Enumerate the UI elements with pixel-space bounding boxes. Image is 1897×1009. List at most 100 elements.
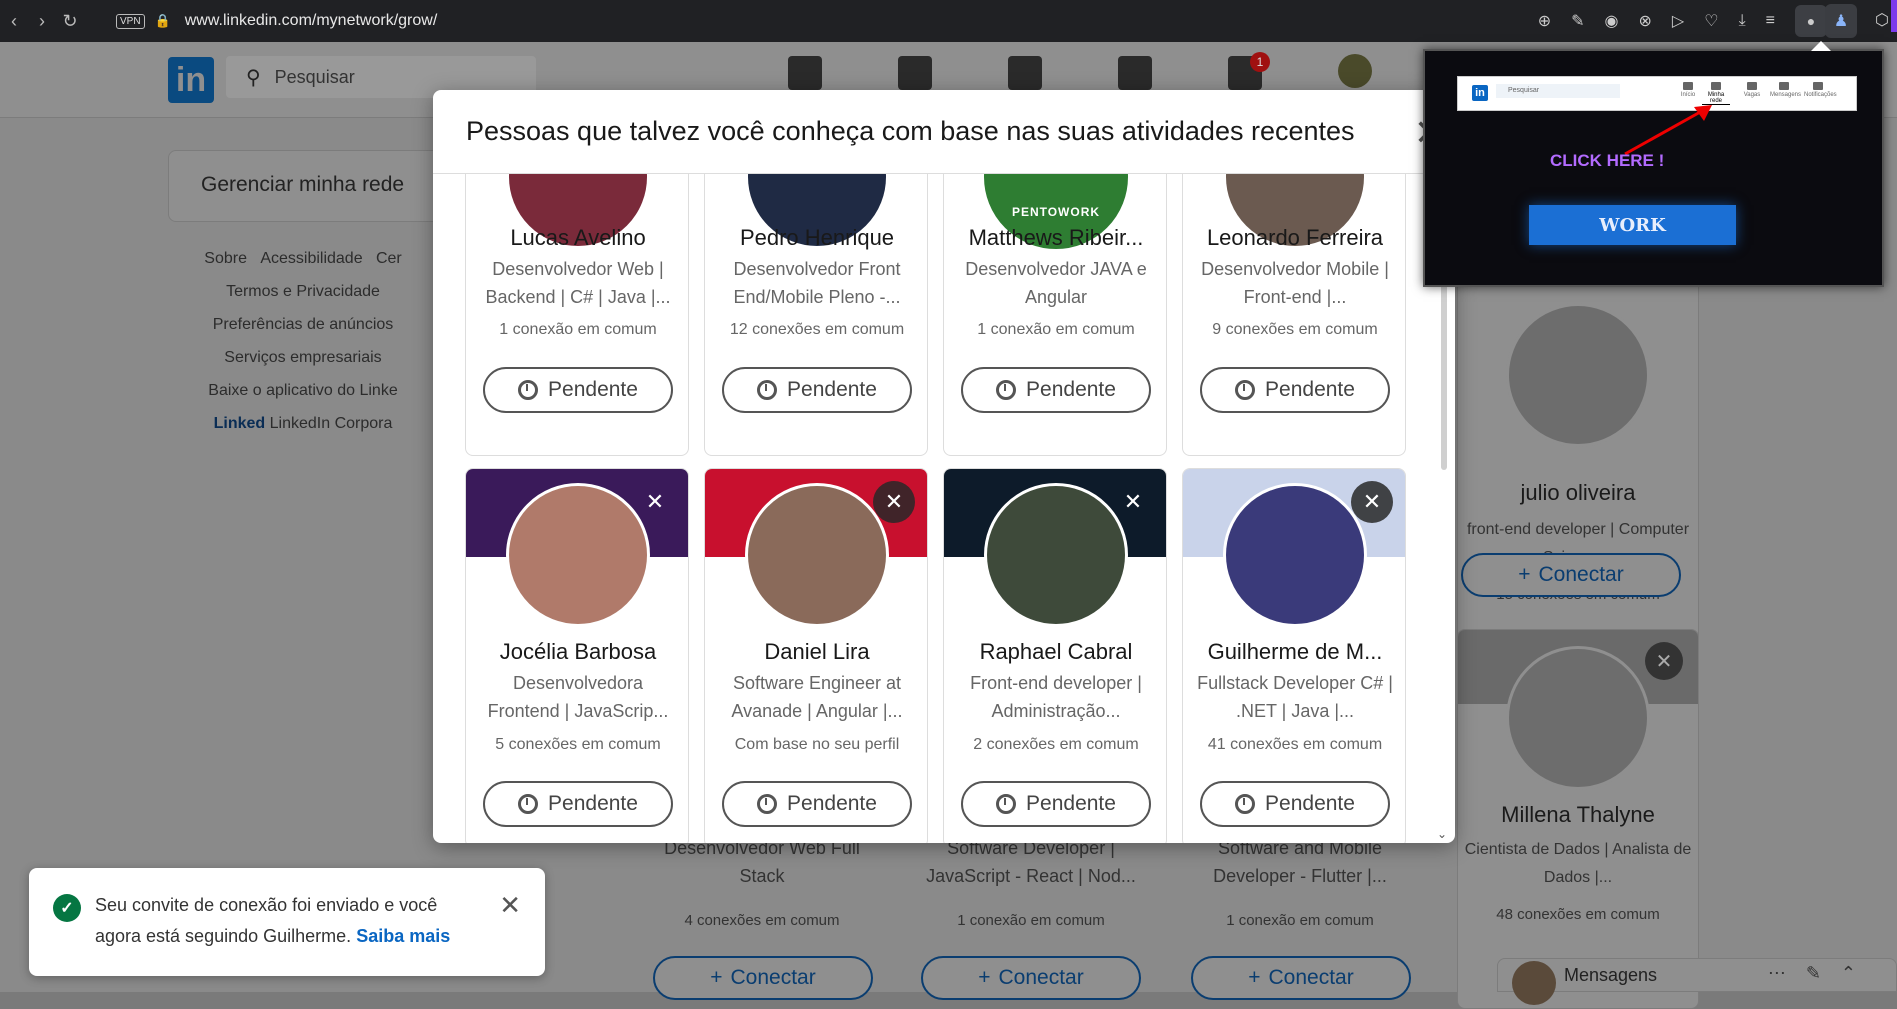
extension-icon[interactable]: ♟ [1825, 4, 1857, 38]
person-name[interactable]: Jocélia Barbosa [466, 639, 688, 665]
linkedin-logo[interactable]: in [168, 57, 214, 103]
person-name[interactable]: Daniel Lira [705, 639, 927, 665]
chevron-down-icon[interactable]: ⌄ [1437, 827, 1447, 841]
vpn-badge[interactable]: VPN [116, 13, 145, 29]
profile-photo [506, 483, 650, 627]
footer-link[interactable]: Termos e Privacidade [168, 275, 438, 308]
footer-corp: LinkedIn Corpora [269, 415, 393, 432]
close-icon[interactable]: ✕ [1112, 481, 1154, 523]
profile-photo [1223, 483, 1367, 627]
footer-link[interactable]: Acessibilidade [260, 250, 362, 267]
person-card[interactable]: ✕ Jocélia Barbosa Desenvolvedora Fronten… [465, 468, 689, 843]
avatar [1512, 961, 1556, 1005]
pending-button[interactable]: Pendente [1200, 781, 1390, 827]
manage-network-card[interactable]: Gerenciar minha rede [168, 150, 478, 222]
network-icon[interactable] [898, 56, 932, 90]
popup-pointer [1811, 41, 1831, 51]
connect-button[interactable]: + Conectar [921, 956, 1141, 1000]
person-name[interactable]: julio oliveira [1457, 480, 1699, 506]
edit-icon[interactable]: ✎ [1571, 11, 1584, 31]
mutual-connections: 1 conexão em comum [957, 912, 1105, 929]
close-icon[interactable]: ✕ [1351, 481, 1393, 523]
avatar[interactable] [1338, 54, 1372, 88]
pending-button[interactable]: Pendente [961, 367, 1151, 413]
add-person-icon: + [978, 966, 991, 989]
close-icon[interactable]: ✕ [499, 890, 521, 921]
jobs-icon[interactable] [1008, 56, 1042, 90]
person-card[interactable]: Leonardo Ferreira Desenvolvedor Mobile |… [1182, 174, 1406, 456]
reload-icon[interactable]: ↻ [56, 11, 84, 32]
home-icon[interactable] [788, 56, 822, 90]
mutual-connections: 1 conexão em comum [1226, 912, 1374, 929]
search-icon: ⚲ [246, 66, 261, 89]
pending-label: Pendente [787, 378, 877, 401]
camera-icon[interactable]: ◉ [1605, 11, 1619, 31]
address-bar[interactable]: www.linkedin.com/mynetwork/grow/ [185, 12, 438, 30]
person-headline: Fullstack Developer C# | .NET | Java |..… [1197, 673, 1393, 721]
pending-button[interactable]: Pendente [722, 367, 912, 413]
person-card[interactable]: PENTOWORK Matthews Ribeir... Desenvolved… [943, 174, 1167, 456]
modal-title: Pessoas que talvez você conheça com base… [466, 116, 1355, 146]
forward-icon[interactable]: › [28, 11, 56, 32]
clock-icon [757, 380, 778, 400]
pending-button[interactable]: Pendente [483, 367, 673, 413]
learn-more-link[interactable]: Saiba mais [356, 926, 450, 946]
person-headline: Desenvolvedor Web | Backend | C# | Java … [485, 259, 671, 307]
clock-icon [1235, 380, 1256, 400]
mutual-connections: 12 conexões em comum [729, 321, 905, 338]
close-icon[interactable]: ✕ [1645, 642, 1683, 680]
extension-popup: in Pesquisar Início Minha rede Vagas Men… [1423, 41, 1884, 287]
shield-icon[interactable]: ⊗ [1639, 11, 1652, 31]
person-card[interactable]: ✕ Guilherme de M... Fullstack Developer … [1182, 468, 1406, 843]
heart-icon[interactable]: ♡ [1704, 11, 1718, 31]
mini-nav-item: Vagas [1738, 82, 1766, 98]
person-card[interactable]: ✕ Daniel Lira Software Engineer at Avana… [704, 468, 928, 843]
person-name[interactable]: Lucas Avelino [466, 225, 688, 251]
pending-button[interactable]: Pendente [961, 781, 1151, 827]
footer-link[interactable]: Baixe o aplicativo do Linke [168, 374, 438, 407]
pending-button[interactable]: Pendente [722, 781, 912, 827]
manage-network-label: Gerenciar minha rede [201, 173, 405, 196]
pending-button[interactable]: Pendente [1200, 367, 1390, 413]
mutual-connections: 5 conexões em comum [495, 736, 661, 753]
footer-link[interactable]: Preferências de anúncios [168, 308, 438, 341]
close-icon[interactable]: ✕ [634, 481, 676, 523]
menu-icon[interactable]: ≡ [1766, 12, 1775, 30]
person-card[interactable]: Pedro Henrique Desenvolvedor Front End/M… [704, 174, 928, 456]
pending-button[interactable]: Pendente [483, 781, 673, 827]
extensions-cube-icon[interactable]: ⬡ [1875, 10, 1889, 30]
pending-label: Pendente [548, 792, 638, 815]
zoom-icon[interactable]: ⊕ [1538, 11, 1551, 31]
open-to-work-badge: PENTOWORK [1011, 205, 1101, 219]
person-name[interactable]: Millena Thalyne [1457, 802, 1699, 828]
pending-label: Pendente [548, 378, 638, 401]
connect-button[interactable]: + Conectar [653, 956, 873, 1000]
play-icon[interactable]: ▷ [1672, 11, 1684, 31]
connect-button[interactable]: + Conectar [1461, 553, 1681, 597]
profile-icon[interactable]: ● [1795, 5, 1827, 37]
clock-icon [757, 794, 778, 814]
person-name[interactable]: Pedro Henrique [705, 225, 927, 251]
messaging-actions-icon[interactable]: ⋯✎⌃ [1768, 963, 1876, 984]
person-name[interactable]: Leonardo Ferreira [1183, 225, 1405, 251]
person-name[interactable]: Matthews Ribeir... [944, 225, 1166, 251]
close-icon[interactable]: ✕ [873, 481, 915, 523]
back-icon[interactable]: ‹ [0, 11, 28, 32]
person-name[interactable]: Guilherme de M... [1183, 639, 1405, 665]
footer-brand-logo: Linked [213, 415, 266, 432]
download-icon[interactable]: ⤓ [1739, 12, 1746, 30]
footer-link[interactable]: Cer [376, 250, 402, 267]
footer-link[interactable]: Sobre [204, 250, 247, 267]
connect-button[interactable]: + Conectar [1191, 956, 1411, 1000]
invite-sent-toast: ✓ Seu convite de conexão foi enviado e v… [29, 868, 545, 976]
footer-link[interactable]: Serviços empresariais [168, 341, 438, 374]
person-name[interactable]: Raphael Cabral [944, 639, 1166, 665]
person-card[interactable]: ✕ Raphael Cabral Front-end developer | A… [943, 468, 1167, 843]
lock-icon[interactable]: 🔒 [155, 13, 171, 29]
messaging-bar[interactable]: Mensagens ⋯✎⌃ [1497, 958, 1897, 1005]
messaging-icon[interactable] [1118, 56, 1152, 90]
work-button[interactable]: WORK [1529, 205, 1736, 245]
person-card[interactable]: Lucas Avelino Desenvolvedor Web | Backen… [465, 174, 689, 456]
person-headline: Desenvolvedora Frontend | JavaScrip... [487, 673, 669, 721]
avatar [1506, 646, 1650, 790]
